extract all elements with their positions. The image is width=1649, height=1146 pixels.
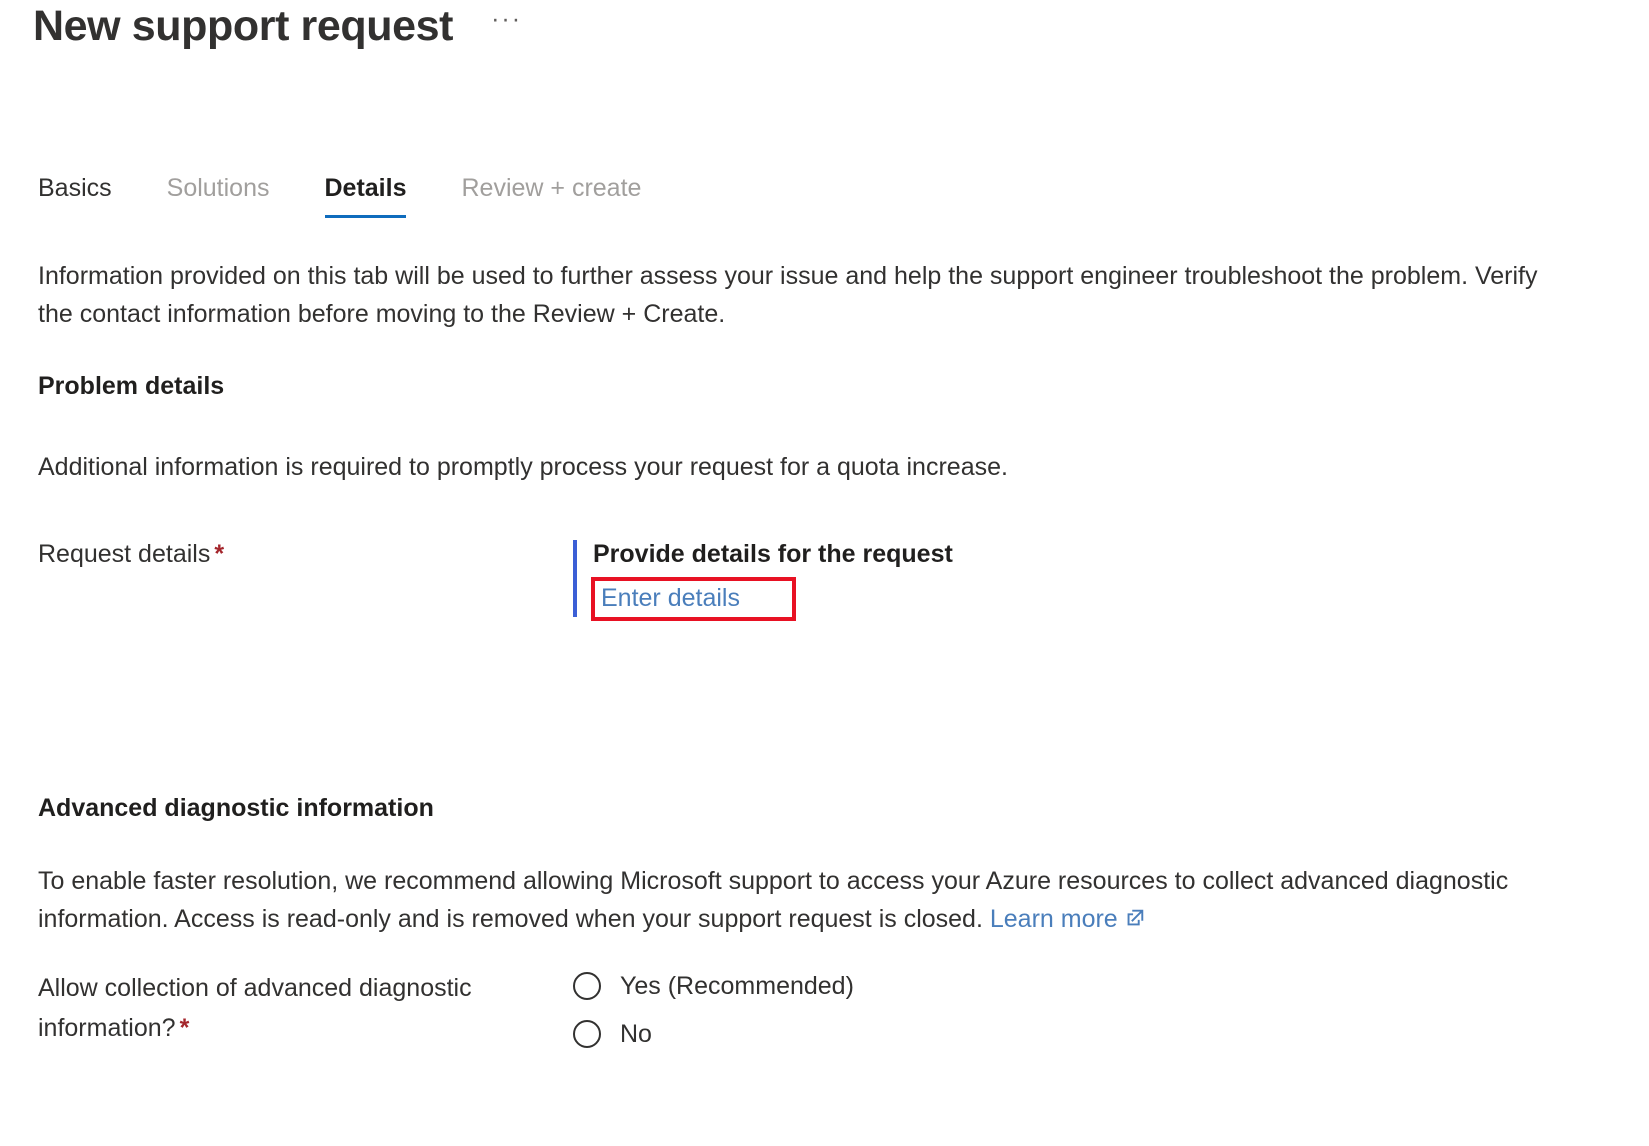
tab-basics[interactable]: Basics <box>38 172 141 218</box>
advanced-diagnostics-description: To enable faster resolution, we recommen… <box>38 862 1558 940</box>
request-details-label: Request details * <box>38 536 573 572</box>
radio-option-no-label: No <box>620 1020 652 1048</box>
tab-review-create[interactable]: Review + create <box>461 172 670 218</box>
learn-more-link[interactable]: Learn more <box>990 905 1118 933</box>
advanced-diagnostics-text: To enable faster resolution, we recommen… <box>38 867 1509 933</box>
wizard-tabs: Basics Solutions Details Review + create <box>38 172 696 218</box>
tab-description: Information provided on this tab will be… <box>38 262 1538 328</box>
radio-circle-icon[interactable] <box>573 972 601 1000</box>
diagnostic-consent-label-text: Allow collection of advanced diagnostic … <box>38 974 472 1042</box>
request-details-field-row: Request details * Provide details for the… <box>38 536 953 621</box>
problem-details-description: Additional information is required to pr… <box>38 453 1008 481</box>
radio-option-yes[interactable]: Yes (Recommended) <box>573 970 854 1002</box>
request-details-label-text: Request details <box>38 540 211 568</box>
tab-details[interactable]: Details <box>324 172 436 218</box>
page-title: New support request <box>33 2 454 50</box>
page-header: New support request ··· <box>33 0 522 52</box>
radio-option-no[interactable]: No <box>573 1018 854 1050</box>
request-details-callout: Provide details for the request Enter de… <box>573 536 953 621</box>
radio-option-yes-label: Yes (Recommended) <box>620 972 854 1000</box>
external-link-icon <box>1124 902 1146 940</box>
enter-details-highlight: Enter details <box>591 577 796 621</box>
enter-details-link[interactable]: Enter details <box>601 584 740 612</box>
diagnostic-consent-radio-group: Yes (Recommended) No <box>573 968 854 1050</box>
tab-solutions[interactable]: Solutions <box>167 172 299 218</box>
diagnostic-consent-field-row: Allow collection of advanced diagnostic … <box>38 968 854 1050</box>
radio-circle-icon[interactable] <box>573 1020 601 1048</box>
required-asterisk: * <box>179 1014 190 1042</box>
problem-details-heading: Problem details <box>38 372 225 400</box>
callout-title: Provide details for the request <box>593 540 953 568</box>
required-asterisk: * <box>214 540 225 568</box>
diagnostic-consent-label: Allow collection of advanced diagnostic … <box>38 968 573 1048</box>
more-options-icon[interactable]: ··· <box>491 7 522 43</box>
advanced-diagnostics-heading: Advanced diagnostic information <box>38 794 434 822</box>
